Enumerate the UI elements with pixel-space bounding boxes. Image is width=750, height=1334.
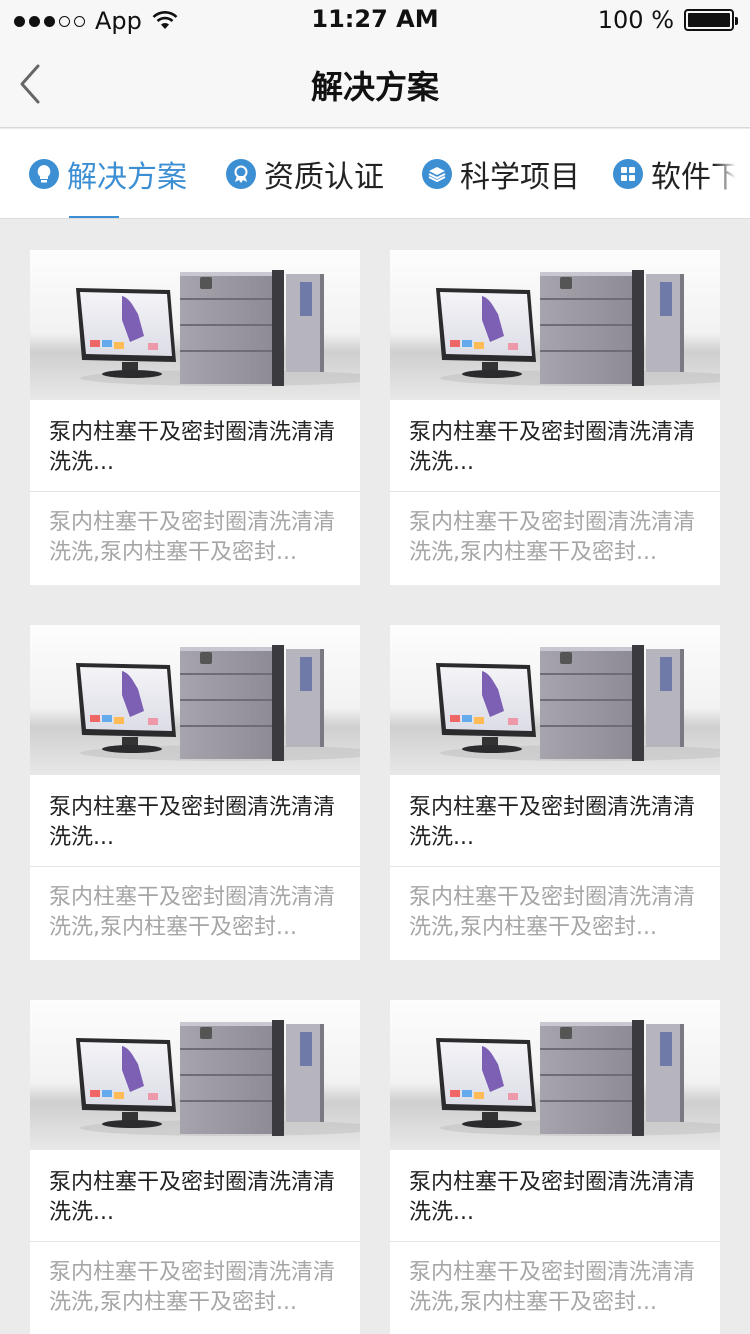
solution-card[interactable]: 泵内柱塞干及密封圈清洗清清洗洗... 泵内柱塞干及密封圈清洗清清洗洗,泵内柱塞干…	[30, 1000, 360, 1334]
solution-card[interactable]: 泵内柱塞干及密封圈清洗清清洗洗... 泵内柱塞干及密封圈清洗清清洗洗,泵内柱塞干…	[390, 1000, 720, 1334]
page-title: 解决方案	[310, 68, 439, 106]
bulb-icon	[29, 159, 59, 189]
tab-label: 解决方案	[67, 160, 187, 195]
battery-percent: 100 %	[597, 6, 674, 34]
card-title: 泵内柱塞干及密封圈清洗清清洗洗...	[30, 775, 360, 867]
solution-card[interactable]: 泵内柱塞干及密封圈清洗清清洗洗... 泵内柱塞干及密封圈清洗清清洗洗,泵内柱塞干…	[390, 250, 720, 585]
product-image	[30, 625, 360, 775]
tabs-fade	[714, 129, 750, 218]
card-description: 泵内柱塞干及密封圈清洗清清洗洗,泵内柱塞干及密封...	[49, 510, 336, 565]
card-title: 泵内柱塞干及密封圈清洗清清洗洗...	[390, 775, 720, 867]
battery-icon	[684, 9, 738, 31]
apps-icon	[613, 159, 643, 189]
award-icon	[226, 159, 256, 189]
tab-solutions[interactable]: 解决方案	[29, 129, 187, 218]
product-image	[390, 250, 720, 400]
product-image	[30, 1000, 360, 1150]
product-image	[30, 250, 360, 400]
card-title: 泵内柱塞干及密封圈清洗清清洗洗...	[30, 1150, 360, 1242]
category-tabs: 解决方案 资质认证 科学项目 软件下载	[0, 129, 750, 219]
tab-label: 资质认证	[264, 160, 384, 195]
tab-science-projects[interactable]: 科学项目	[422, 129, 580, 218]
solution-card[interactable]: 泵内柱塞干及密封圈清洗清清洗洗... 泵内柱塞干及密封圈清洗清清洗洗,泵内柱塞干…	[30, 250, 360, 585]
layers-icon	[422, 159, 452, 189]
solution-grid: 泵内柱塞干及密封圈清洗清清洗洗... 泵内柱塞干及密封圈清洗清清洗洗,泵内柱塞干…	[30, 250, 720, 1334]
product-image	[390, 1000, 720, 1150]
status-bar: App 11:27 AM 100 %	[0, 0, 750, 40]
product-image	[390, 625, 720, 775]
navigation-bar: 解决方案	[0, 40, 750, 128]
card-description: 泵内柱塞干及密封圈清洗清清洗洗,泵内柱塞干及密封...	[409, 510, 696, 565]
tab-label: 科学项目	[460, 160, 580, 195]
battery-group: 100 %	[597, 6, 738, 34]
solution-card[interactable]: 泵内柱塞干及密封圈清洗清清洗洗... 泵内柱塞干及密封圈清洗清清洗洗,泵内柱塞干…	[390, 625, 720, 960]
card-description: 泵内柱塞干及密封圈清洗清清洗洗,泵内柱塞干及密封...	[49, 885, 336, 940]
tab-certification[interactable]: 资质认证	[226, 129, 384, 218]
card-description: 泵内柱塞干及密封圈清洗清清洗洗,泵内柱塞干及密封...	[49, 1260, 336, 1315]
card-title: 泵内柱塞干及密封圈清洗清清洗洗...	[390, 400, 720, 492]
card-title: 泵内柱塞干及密封圈清洗清清洗洗...	[390, 1150, 720, 1242]
card-description: 泵内柱塞干及密封圈清洗清清洗洗,泵内柱塞干及密封...	[409, 885, 696, 940]
card-title: 泵内柱塞干及密封圈清洗清清洗洗...	[30, 400, 360, 492]
card-description: 泵内柱塞干及密封圈清洗清清洗洗,泵内柱塞干及密封...	[409, 1260, 696, 1315]
solution-card[interactable]: 泵内柱塞干及密封圈清洗清清洗洗... 泵内柱塞干及密封圈清洗清清洗洗,泵内柱塞干…	[30, 625, 360, 960]
